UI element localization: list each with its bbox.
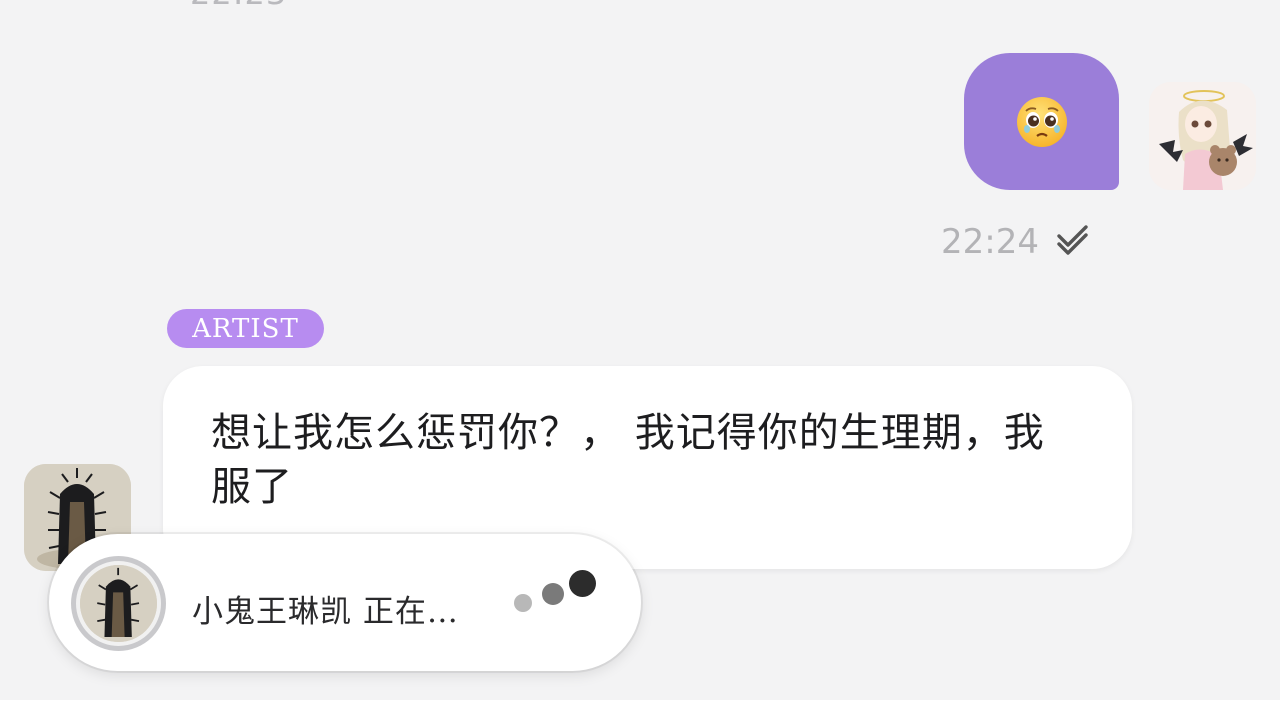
previous-message-time: 22:23: [190, 0, 287, 12]
typing-indicator: 小鬼王琳凯 正在…: [49, 534, 641, 671]
typing-indicator-text: 小鬼王琳凯 正在…: [192, 594, 459, 630]
typing-user-avatar[interactable]: [71, 556, 166, 651]
typing-dot: [569, 570, 596, 597]
outgoing-message-bubble[interactable]: [964, 53, 1119, 190]
outgoing-message-time: 22:24: [941, 222, 1039, 262]
anime-girl-avatar-image: [1149, 82, 1256, 190]
incoming-message-text: 想让我怎么惩罚你？， 我记得你的生理期，我服了: [211, 410, 1045, 510]
double-check-icon: [1057, 225, 1088, 255]
my-avatar[interactable]: [1149, 82, 1256, 190]
spiked-figure-avatar-image: [80, 565, 157, 642]
typing-dot: [514, 594, 532, 612]
typing-dot: [542, 583, 564, 605]
pleading-face-emoji-icon: [1016, 96, 1067, 147]
chat-screen: 22:23: [0, 0, 1280, 709]
bottom-divider: [0, 700, 1280, 709]
artist-role-badge: ARTIST: [167, 309, 324, 348]
